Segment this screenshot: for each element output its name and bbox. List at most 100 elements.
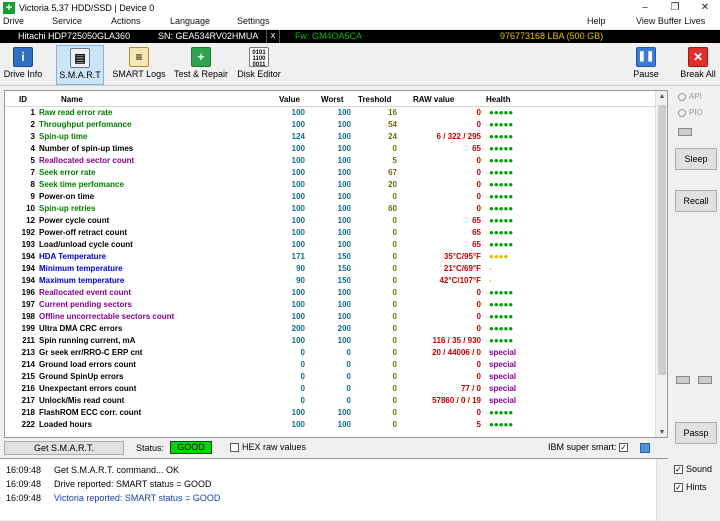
table-row[interactable]: 5 Reallocated sector count 100 100 5 0 ●●●●● bbox=[5, 155, 657, 167]
table-row[interactable]: 218 FlashROM ECC corr. count 100 100 0 0 ●●●●● bbox=[5, 407, 657, 419]
col-value[interactable]: Value bbox=[279, 95, 300, 104]
test-repair-button[interactable]: + Test & Repair bbox=[172, 45, 230, 85]
scroll-down-icon[interactable]: ▼ bbox=[656, 427, 667, 437]
table-row[interactable]: 199 Ultra DMA CRC errors 200 200 0 0 ●●●●● bbox=[5, 323, 657, 335]
attr-id: 192 bbox=[21, 228, 35, 237]
table-row[interactable]: 211 Spin running current, mA 100 100 0 116 / … bbox=[5, 335, 657, 347]
menu-view-buffer[interactable]: View Buffer Lives bbox=[636, 16, 705, 26]
attr-health: special bbox=[489, 396, 517, 405]
attr-name: Reallocated event count bbox=[39, 288, 132, 297]
attr-id: 214 bbox=[21, 360, 35, 369]
table-row[interactable]: 197 Current pending sectors 100 100 0 0 ●●●●● bbox=[5, 299, 657, 311]
smart-button[interactable]: ▤ S.M.A.R.T bbox=[56, 45, 104, 85]
attr-name: Offline uncorrectable sectors count bbox=[39, 312, 175, 321]
menu-settings[interactable]: Settings bbox=[237, 16, 270, 26]
col-name[interactable]: Name bbox=[61, 95, 83, 104]
attr-raw: 0 bbox=[476, 312, 481, 321]
table-scrollbar[interactable]: ▲ ▼ bbox=[655, 91, 667, 437]
attr-raw: 0 bbox=[476, 204, 481, 213]
menu-actions[interactable]: Actions bbox=[111, 16, 141, 26]
table-row[interactable]: 198 Offline uncorrectable sectors count 10… bbox=[5, 311, 657, 323]
close-window-icon[interactable]: ✕ bbox=[690, 0, 720, 15]
table-row[interactable]: 194 HDA Temperature 171 150 0 35°C/95°F ●●●● bbox=[5, 251, 657, 263]
attr-worst: 150 bbox=[337, 264, 351, 273]
table-row[interactable]: 1 Raw read error rate 100 100 16 0 ●●●●● bbox=[5, 107, 657, 119]
table-row[interactable]: 193 Load/unload cycle count 100 100 0 65 ●●●●● bbox=[5, 239, 657, 251]
table-row[interactable]: 217 Unlock/Mis read count 0 0 0 57860 / 0 / 1… bbox=[5, 395, 657, 407]
menu-help[interactable]: Help bbox=[587, 16, 606, 26]
attr-threshold: 0 bbox=[392, 372, 397, 381]
col-raw[interactable]: RAW value bbox=[413, 95, 454, 104]
log-scrollbar[interactable] bbox=[656, 459, 668, 521]
get-smart-button[interactable]: Get S.M.A.R.T. bbox=[4, 441, 124, 455]
table-row[interactable]: 194 Maximum temperature 90 150 0 42°C/107°F - bbox=[5, 275, 657, 287]
table-row[interactable]: 222 Loaded hours 100 100 0 5 ●●●●● bbox=[5, 419, 657, 431]
scroll-thumb[interactable] bbox=[658, 105, 666, 375]
table-row[interactable]: 192 Power-off retract count 100 100 0 65 ●●●●● bbox=[5, 227, 657, 239]
col-worst[interactable]: Worst bbox=[321, 95, 344, 104]
indicator-left-icon bbox=[676, 376, 690, 384]
attr-value: 100 bbox=[291, 240, 305, 249]
ibm-super-smart[interactable]: IBM super smart: ✓ bbox=[548, 442, 631, 453]
pause-button[interactable]: ❚❚ Pause bbox=[630, 45, 662, 85]
attr-name: FlashROM ECC corr. count bbox=[39, 408, 142, 417]
col-health[interactable]: Health bbox=[486, 95, 510, 104]
attr-raw: 6 / 322 / 295 bbox=[436, 132, 481, 141]
menu-service[interactable]: Service bbox=[52, 16, 82, 26]
attr-worst: 150 bbox=[337, 252, 351, 261]
menu-drive[interactable]: Drive bbox=[3, 16, 24, 26]
table-row[interactable]: 214 Ground load errors count 0 0 0 0 special bbox=[5, 359, 657, 371]
table-row[interactable]: 216 Unexpectant errors count 0 0 0 77 / 0 spec… bbox=[5, 383, 657, 395]
binary-editor-icon: 0101 1100 0011 bbox=[249, 47, 269, 68]
table-row[interactable]: 2 Throughput perfomance 100 100 54 0 ●●●●● bbox=[5, 119, 657, 131]
table-row[interactable]: 8 Seek time perfomance 100 100 20 0 ●●●●● bbox=[5, 179, 657, 191]
table-row[interactable]: 7 Seek error rate 100 100 67 0 ●●●●● bbox=[5, 167, 657, 179]
table-row[interactable]: 194 Minimum temperature 90 150 0 21°C/69°F - bbox=[5, 263, 657, 275]
drive-info-button[interactable]: i Drive Info bbox=[2, 45, 44, 85]
pio-radio[interactable]: PIO bbox=[678, 108, 703, 117]
table-row[interactable]: 9 Power-on time 100 100 0 0 ●●●●● bbox=[5, 191, 657, 203]
attr-threshold: 0 bbox=[392, 288, 397, 297]
col-threshold[interactable]: Treshold bbox=[358, 95, 391, 104]
attr-worst: 100 bbox=[337, 408, 351, 417]
break-all-button[interactable]: ✕ Break All bbox=[678, 45, 718, 85]
passp-button[interactable]: Passp bbox=[675, 422, 717, 444]
table-row[interactable]: 3 Spin-up time 124 100 24 6 / 322 / 295 ●●●●● bbox=[5, 131, 657, 143]
table-row[interactable]: 215 Ground SpinUp errors 0 0 0 0 special bbox=[5, 371, 657, 383]
drive-close-button[interactable]: x bbox=[266, 30, 280, 43]
sleep-button[interactable]: Sleep bbox=[675, 148, 717, 170]
disk-editor-button[interactable]: 0101 1100 0011 Disk Editor bbox=[236, 45, 282, 85]
table-row[interactable]: 10 Spin-up retries 100 100 60 0 ●●●●● bbox=[5, 203, 657, 215]
attr-threshold: 0 bbox=[392, 300, 397, 309]
ibm-label: IBM super smart: bbox=[548, 442, 617, 452]
smart-table[interactable]: ID Name Value Worst Treshold RAW value H… bbox=[4, 90, 668, 438]
attr-worst: 100 bbox=[337, 144, 351, 153]
table-row[interactable]: 196 Reallocated event count 100 100 0 0 ●●●●● bbox=[5, 287, 657, 299]
minimize-icon[interactable]: – bbox=[630, 0, 660, 15]
api-radio[interactable]: API bbox=[678, 92, 702, 101]
attr-health: ●●●●● bbox=[489, 180, 514, 189]
ibm-checkbox-icon[interactable]: ✓ bbox=[619, 443, 629, 453]
info-icon: i bbox=[13, 47, 33, 67]
hints-checkbox[interactable]: ✓ Hints bbox=[674, 482, 707, 493]
attr-worst: 0 bbox=[346, 396, 351, 405]
sound-checkbox[interactable]: ✓ Sound bbox=[674, 464, 712, 475]
col-id[interactable]: ID bbox=[19, 95, 27, 104]
table-row[interactable]: 213 Gr seek err/RRO-C ERP cnt 0 0 0 20 / 4400… bbox=[5, 347, 657, 359]
scroll-up-icon[interactable]: ▲ bbox=[656, 91, 667, 103]
table-row[interactable]: 12 Power cycle count 100 100 0 65 ●●●●● bbox=[5, 215, 657, 227]
log-time: 16:09:48 bbox=[6, 493, 42, 503]
log-text: Get S.M.A.R.T. command... OK bbox=[54, 465, 180, 475]
recall-button[interactable]: Recall bbox=[675, 190, 717, 212]
attr-health: ●●●●● bbox=[489, 216, 514, 225]
attr-value: 100 bbox=[291, 420, 305, 429]
attr-worst: 0 bbox=[346, 372, 351, 381]
attr-value: 0 bbox=[300, 396, 305, 405]
hex-raw-checkbox[interactable]: HEX raw values bbox=[230, 442, 306, 453]
smart-logs-button[interactable]: ≡ SMART Logs bbox=[112, 45, 166, 85]
attr-value: 100 bbox=[291, 204, 305, 213]
menu-language[interactable]: Language bbox=[170, 16, 210, 26]
attr-threshold: 0 bbox=[392, 312, 397, 321]
maximize-icon[interactable]: ❐ bbox=[660, 0, 690, 15]
table-row[interactable]: 4 Number of spin-up times 100 100 0 65 ●●●●● bbox=[5, 143, 657, 155]
